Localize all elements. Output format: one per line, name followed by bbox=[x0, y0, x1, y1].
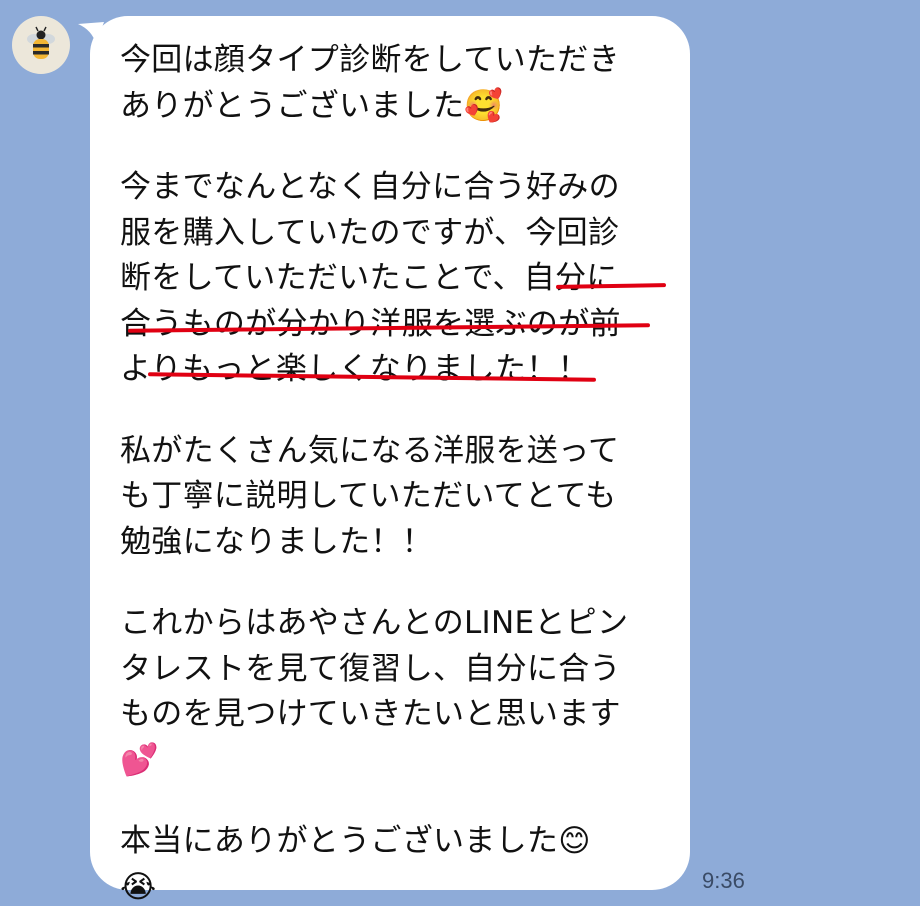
message-line: ものを見つけていきたいと思います bbox=[120, 696, 621, 732]
message-line bbox=[120, 565, 670, 601]
message-line: 断をしていただいたことで、自分に bbox=[120, 260, 618, 296]
message-line bbox=[120, 783, 670, 819]
message-line: これからはあやさんとのLINEとピン bbox=[120, 605, 629, 641]
message-line: ありがとうございました🥰 bbox=[120, 87, 504, 124]
message-line bbox=[120, 129, 670, 165]
sender-avatar[interactable] bbox=[12, 16, 70, 74]
message-line bbox=[120, 393, 670, 429]
message-line: 勉強になりました！！ bbox=[120, 523, 433, 560]
message-bubble[interactable]: 今回は顔タイプ診断をしていただき ありがとうございました🥰 今までなんとなく自分… bbox=[90, 16, 690, 905]
bottom-margin bbox=[0, 906, 920, 920]
message-timestamp: 9:36 bbox=[702, 868, 745, 893]
message-line: 今回は顔タイプ診断をしていただき bbox=[120, 42, 620, 78]
message-line: 😭 bbox=[120, 868, 157, 905]
message-line: も丁寧に説明していただいてとても bbox=[120, 478, 617, 514]
message-line: 💕 bbox=[120, 741, 159, 778]
message-line: 私がたくさん気になる洋服を送って bbox=[120, 432, 620, 469]
message-line: よりもっと楽しくなりました！！ bbox=[120, 351, 589, 387]
message-line: 本当にありがとうございました😊 bbox=[120, 823, 591, 859]
message-line: 今までなんとなく自分に合う好みの bbox=[120, 169, 620, 205]
bee-icon bbox=[27, 26, 55, 59]
message-line: 服を購入していたのですが、今回診 bbox=[120, 214, 620, 251]
message-line: タレストを見て復習し、自分に合う bbox=[120, 650, 621, 687]
